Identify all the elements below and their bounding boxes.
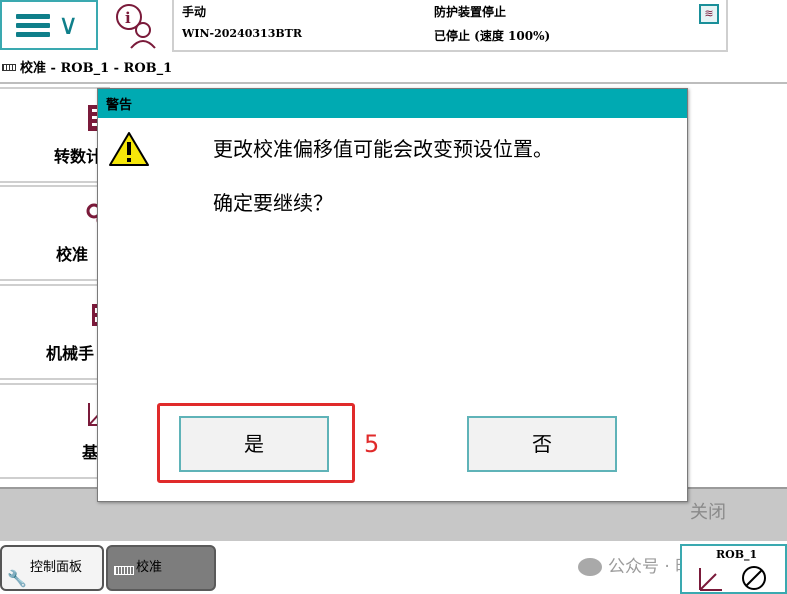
rob-label: ROB_1 (716, 548, 758, 561)
safety-state: 防护装置停止 (434, 5, 507, 19)
dialog-question: 确定要继续？ (213, 191, 333, 215)
ruler-icon (2, 64, 16, 71)
taskbar-label: 控制面板 (30, 560, 83, 575)
jog-icon (699, 566, 766, 591)
dialog-message: 更改校准偏移值可能会改变预设位置。 (213, 137, 553, 161)
run-state: 已停止 (速度 100%) (434, 29, 551, 43)
taskbar-label: 校准 (136, 560, 163, 575)
close-button[interactable]: 关闭 (690, 498, 726, 524)
top-status-bar: ∨ i 手动 WIN-20240313BTR 防护装置停止 已停止 (速度 10… (0, 0, 787, 56)
tile-calibration[interactable]: 校准 (0, 185, 110, 281)
quickset-icon[interactable]: ≋ (699, 4, 719, 24)
operating-mode: 手动 (182, 5, 207, 19)
robot-status-tile[interactable]: ROB_1 (680, 544, 787, 594)
dialog-titlebar: 警告 (98, 89, 687, 118)
tile-label: 机械手 (46, 344, 95, 363)
controller-status-panel[interactable]: 手动 WIN-20240313BTR 防护装置停止 已停止 (速度 100%) … (172, 0, 728, 52)
warning-icon (109, 132, 149, 166)
breadcrumb: 校准 - ROB_1 - ROB_1 (0, 57, 172, 79)
breadcrumb-text: 校准 - ROB_1 - ROB_1 (20, 61, 173, 76)
dialog-title: 警告 (106, 98, 133, 113)
tile-manipulator[interactable]: 机械手 (0, 284, 110, 380)
taskbar-control-panel[interactable]: 🔧 控制面板 (0, 545, 104, 591)
tile-label: 基 (82, 443, 99, 462)
step-number: 5 (364, 430, 380, 458)
wechat-icon (578, 558, 602, 576)
step-highlight-box (157, 403, 355, 483)
controller-name: WIN-20240313BTR (182, 27, 302, 40)
hamburger-icon (16, 14, 50, 38)
main-menu-button[interactable]: ∨ (0, 0, 98, 50)
chevron-down-icon: ∨ (58, 8, 79, 41)
tile-label: 校准 (56, 245, 89, 264)
no-button[interactable]: 否 (467, 416, 617, 472)
tile-base[interactable]: 基 (0, 383, 110, 479)
tile-revolution-counter[interactable]: 转数计 (0, 87, 110, 183)
event-log-info-icon[interactable]: i (112, 2, 162, 50)
tile-label: 转数计 (54, 147, 103, 166)
divider (0, 82, 787, 84)
svg-text:i: i (125, 9, 131, 27)
wrench-icon: 🔧 (7, 569, 27, 588)
ruler-icon (114, 566, 134, 575)
taskbar-calibration[interactable]: 校准 (106, 545, 216, 591)
